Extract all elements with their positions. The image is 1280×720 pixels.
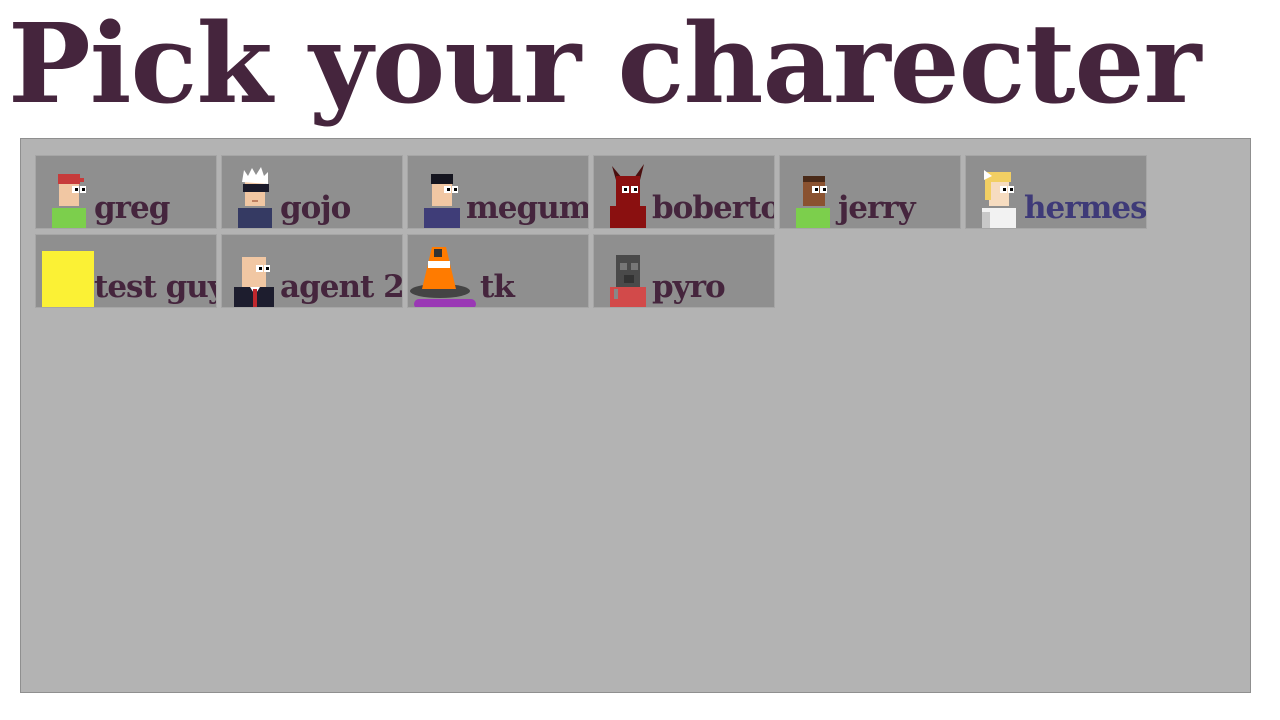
character-card-gojo[interactable]: gojo — [221, 155, 403, 229]
character-name: jerry — [838, 190, 916, 226]
devil-avatar-icon — [610, 164, 646, 228]
character-card-pyro[interactable]: pyro — [593, 234, 775, 308]
greg-avatar-icon — [52, 174, 86, 228]
character-card-hermes[interactable]: hermes — [965, 155, 1147, 229]
character-card-jerry[interactable]: jerry — [779, 155, 961, 229]
character-name: gojo — [280, 190, 351, 226]
gojo-avatar-icon — [238, 167, 272, 228]
character-card-agent-21[interactable]: agent 21 — [221, 234, 403, 308]
character-name: boberto — [652, 190, 775, 226]
page-title: Pick your charecter — [8, 0, 1201, 128]
character-card-boberto[interactable]: boberto — [593, 155, 775, 229]
megumi-avatar-icon — [424, 174, 460, 228]
yellow-square-icon — [42, 251, 94, 307]
character-name: hermes — [1024, 190, 1147, 226]
character-card-tk[interactable]: tk — [407, 234, 589, 308]
character-name: pyro — [652, 269, 726, 305]
hermes-avatar-icon — [982, 170, 1016, 228]
character-name: greg — [94, 190, 170, 226]
agent-avatar-icon — [234, 257, 274, 307]
character-name: megumi — [466, 190, 589, 226]
character-grid: greg gojo megumi boberto jerry hermes te… — [20, 138, 1251, 693]
character-name: tk — [480, 269, 515, 305]
gas-mask-avatar-icon — [610, 255, 646, 307]
character-name: agent 21 — [280, 269, 403, 305]
character-card-greg[interactable]: greg — [35, 155, 217, 229]
traffic-cone-witch-icon — [410, 247, 476, 307]
character-card-test-guy[interactable]: test guy — [35, 234, 217, 308]
character-card-megumi[interactable]: megumi — [407, 155, 589, 229]
character-name: test guy — [94, 269, 217, 305]
jerry-avatar-icon — [796, 176, 830, 228]
